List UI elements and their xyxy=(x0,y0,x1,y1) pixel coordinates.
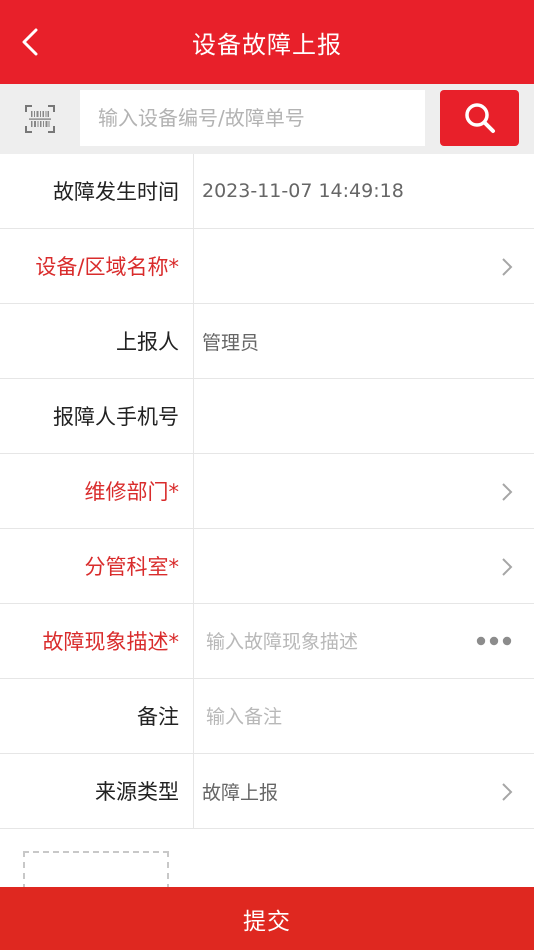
search-button[interactable] xyxy=(440,90,519,146)
ellipsis-icon[interactable] xyxy=(476,634,512,648)
fault-description-label: 故障现象描述* xyxy=(42,630,180,654)
divider xyxy=(193,304,194,378)
row-remark: 备注 xyxy=(0,679,534,754)
divider xyxy=(193,529,194,603)
search-icon xyxy=(464,103,495,133)
divider xyxy=(193,229,194,303)
barcode-scan-icon[interactable] xyxy=(24,103,56,135)
submit-button[interactable]: 提交 xyxy=(0,887,534,950)
chevron-right-icon xyxy=(502,258,513,276)
divider xyxy=(193,679,194,753)
remark-input[interactable] xyxy=(204,693,468,741)
fault-time-value[interactable]: 2023-11-07 14:49:18 xyxy=(202,154,404,228)
reporter-phone-input[interactable] xyxy=(204,393,468,441)
chevron-right-icon xyxy=(502,783,513,801)
divider xyxy=(193,754,194,828)
remark-label: 备注 xyxy=(137,705,179,729)
device-area-label: 设备/区域名称* xyxy=(35,255,179,279)
fault-time-label: 故障发生时间 xyxy=(53,180,179,204)
managing-office-label: 分管科室* xyxy=(84,555,180,579)
row-managing-office[interactable]: 分管科室* xyxy=(0,529,534,604)
divider xyxy=(193,154,194,228)
row-fault-time: 故障发生时间 2023-11-07 14:49:18 xyxy=(0,154,534,229)
row-reporter: 上报人 管理员 xyxy=(0,304,534,379)
row-repair-dept[interactable]: 维修部门* xyxy=(0,454,534,529)
divider xyxy=(193,454,194,528)
source-type-label: 来源类型 xyxy=(95,780,179,804)
row-device-area[interactable]: 设备/区域名称* xyxy=(0,229,534,304)
reporter-label: 上报人 xyxy=(116,330,179,354)
search-bar xyxy=(0,84,534,154)
row-fault-description: 故障现象描述* xyxy=(0,604,534,679)
back-icon[interactable] xyxy=(18,28,44,56)
app-header: 设备故障上报 xyxy=(0,0,534,84)
page-title: 设备故障上报 xyxy=(192,30,342,59)
source-type-value: 故障上报 xyxy=(202,781,279,804)
divider xyxy=(193,604,194,678)
row-reporter-phone: 报障人手机号 xyxy=(0,379,534,454)
reporter-phone-label: 报障人手机号 xyxy=(53,405,179,429)
repair-dept-label: 维修部门* xyxy=(84,480,180,504)
search-input[interactable] xyxy=(80,90,425,146)
chevron-right-icon xyxy=(502,483,513,501)
reporter-value: 管理员 xyxy=(202,331,260,354)
row-source-type[interactable]: 来源类型 故障上报 xyxy=(0,754,534,829)
fault-report-form: 故障发生时间 2023-11-07 14:49:18 设备/区域名称* 上报人 … xyxy=(0,154,534,829)
divider xyxy=(193,379,194,453)
fault-description-input[interactable] xyxy=(204,618,468,666)
chevron-right-icon xyxy=(502,558,513,576)
